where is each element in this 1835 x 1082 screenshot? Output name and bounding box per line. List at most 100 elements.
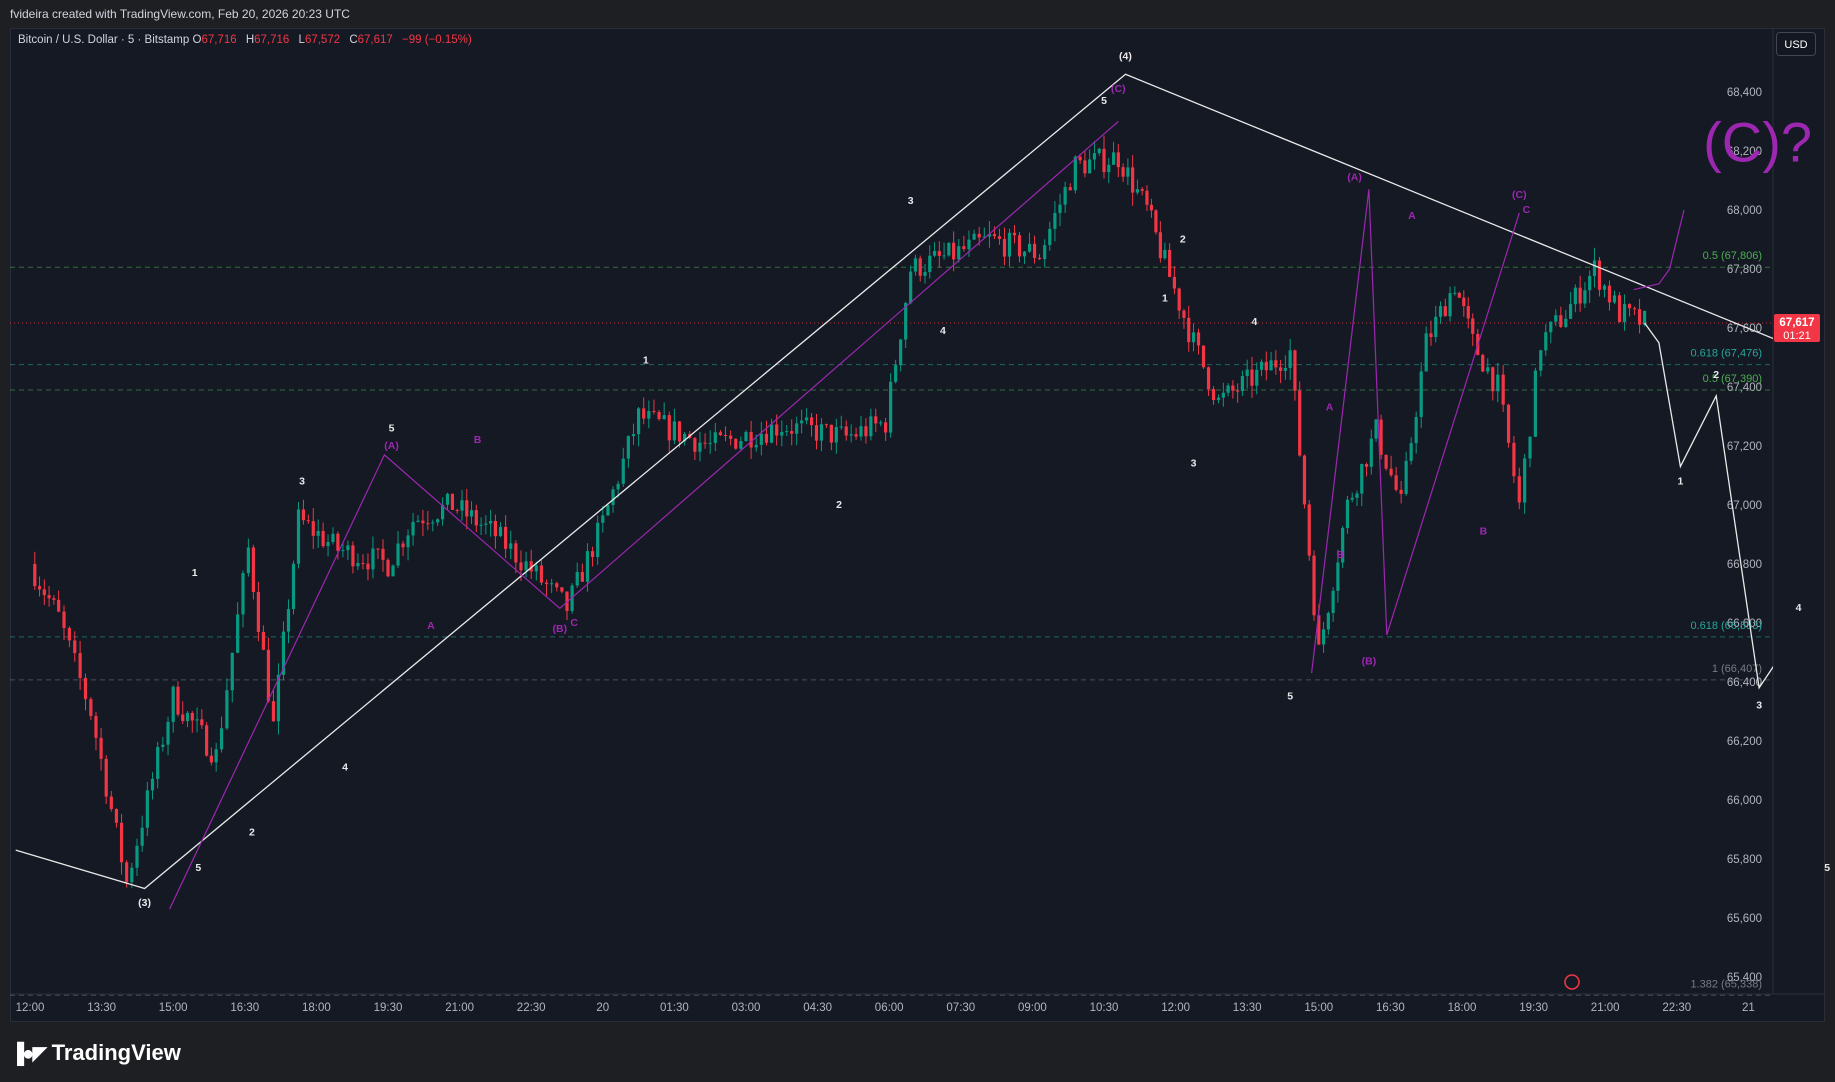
candle-body (109, 796, 113, 810)
change-value: −99 (−0.15%) (402, 34, 472, 46)
x-tick-label: 12:00 (16, 1002, 45, 1014)
candle-body (560, 587, 564, 592)
candle-body (764, 433, 769, 443)
candle-body (33, 564, 37, 587)
x-tick-label: 15:00 (159, 1002, 188, 1014)
candle-body (376, 548, 380, 550)
candle-body (1058, 204, 1062, 214)
y-tick-label: 66,800 (1727, 559, 1762, 571)
candle-body (161, 744, 165, 748)
candle-body (769, 424, 774, 443)
candle-body (575, 571, 579, 586)
candle-body (1364, 463, 1369, 467)
wave-label: (4) (1119, 51, 1132, 63)
y-tick-label: 65,800 (1727, 854, 1762, 866)
candle-body (947, 242, 951, 256)
candle-body (391, 565, 395, 577)
candle-body (534, 565, 538, 572)
candle-body (539, 565, 544, 583)
candle-body (1564, 318, 1568, 327)
candle-body (1140, 189, 1144, 191)
candle-body (1201, 345, 1206, 368)
candle-body (631, 434, 636, 437)
candle-body (637, 408, 641, 435)
wave-label: 4 (342, 762, 348, 774)
candle-body (1374, 419, 1378, 439)
currency-button[interactable]: USD (1776, 32, 1816, 56)
candle-body (928, 255, 932, 273)
x-tick-label: 04:30 (803, 1002, 832, 1014)
x-tick-label: 06:00 (875, 1002, 904, 1014)
wave-label: 4 (940, 325, 946, 337)
candle-body (316, 530, 320, 536)
candle-body (544, 582, 549, 584)
wave-label: 2 (249, 826, 255, 838)
candle-body (585, 551, 590, 582)
candle-body (1549, 321, 1553, 333)
y-tick-label: 67,200 (1727, 441, 1762, 453)
candle-body (366, 563, 370, 570)
tradingview-brand[interactable]: ▐●◤ TradingView (10, 1040, 181, 1066)
candle-body (918, 258, 922, 276)
candle-body (1466, 306, 1470, 319)
candle-body (834, 427, 838, 443)
candle-body (469, 510, 474, 517)
candle-body (386, 559, 390, 577)
candle-body (1068, 187, 1072, 191)
candle-body (824, 424, 829, 426)
candle-body (1307, 504, 1311, 556)
candle-body (894, 365, 898, 382)
wave-label: 5 (1101, 95, 1107, 107)
wave-label: 4 (1251, 316, 1257, 328)
candle-body (1627, 304, 1632, 309)
price-chart[interactable]: 65,40065,60065,80066,00066,20066,40066,6… (0, 0, 1835, 1082)
x-tick-label: 22:30 (517, 1002, 546, 1014)
candle-body (145, 790, 149, 828)
fib-level-label: 0.618 (67,476) (1690, 348, 1762, 360)
open-value: 67,716 (201, 34, 237, 46)
candle-body (1533, 370, 1537, 437)
candle-body (509, 543, 513, 549)
candle-body (1434, 316, 1438, 338)
candle-body (804, 417, 809, 421)
candle-body (42, 589, 46, 596)
candle-body (1111, 152, 1116, 165)
last-price-countdown: 01:21 (1783, 330, 1811, 342)
x-tick-label: 03:00 (732, 1002, 761, 1014)
candle-body (1182, 310, 1186, 318)
x-tick-label: 21 (1742, 1002, 1755, 1014)
candle-body (992, 234, 997, 237)
last-price-label: 67,617 (1779, 317, 1814, 329)
candle-body (230, 652, 234, 691)
candle-body (672, 421, 676, 441)
candle-body (1088, 159, 1092, 174)
candle-body (484, 523, 488, 525)
candle-body (1573, 287, 1577, 305)
candle-body (1578, 287, 1582, 304)
candle-body (814, 425, 819, 441)
candle-body (166, 721, 170, 745)
candle-body (1048, 228, 1052, 246)
candle-body (590, 551, 595, 558)
x-tick-label: 13:30 (87, 1002, 116, 1014)
candle-body (580, 571, 584, 582)
y-tick-label: 66,200 (1727, 736, 1762, 748)
candle-body (371, 548, 375, 570)
candle-body (396, 543, 400, 566)
candle-body (83, 677, 88, 700)
wave-label: 3 (1756, 700, 1762, 712)
candle-body (647, 410, 651, 419)
wave-label: C (1523, 204, 1531, 216)
candle-body (296, 509, 301, 564)
candle-body (1379, 419, 1383, 455)
fib-level-label: 0.5 (67,390) (1703, 373, 1762, 385)
candle-body (1126, 167, 1130, 177)
x-tick-label: 21:00 (445, 1002, 474, 1014)
candle-body (1501, 374, 1505, 405)
x-tick-label: 20 (596, 1002, 609, 1014)
candle-body (967, 239, 971, 250)
wave-label: (A) (384, 440, 399, 452)
wave-label: 5 (1824, 862, 1830, 874)
y-tick-label: 68,400 (1727, 87, 1762, 99)
candle-body (1612, 295, 1617, 303)
